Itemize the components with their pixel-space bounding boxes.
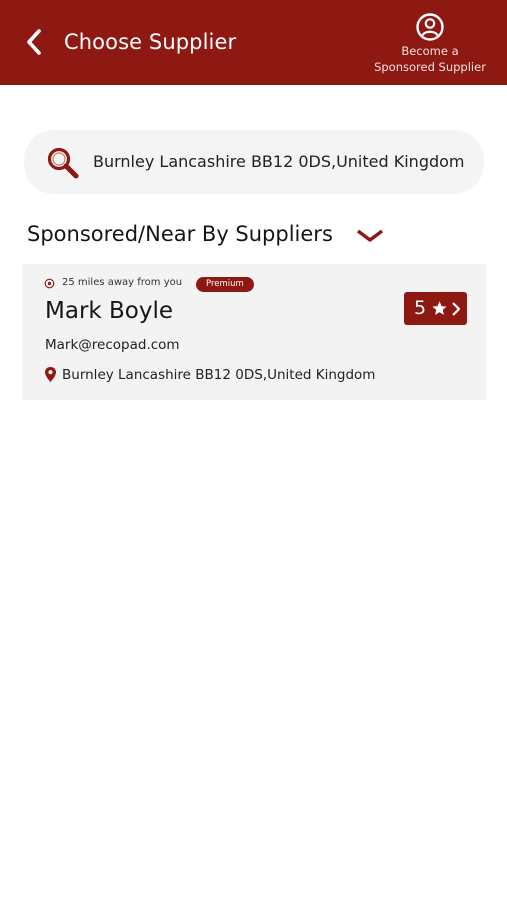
section-title: Sponsored/Near By Suppliers (27, 222, 333, 246)
page-title: Choose Supplier (64, 30, 237, 54)
back-chevron-icon[interactable] (20, 26, 50, 58)
app-header: Choose Supplier Become a Sponsored Suppl… (0, 0, 507, 85)
chevron-down-icon[interactable] (355, 224, 385, 248)
supplier-card[interactable]: 25 miles away from you Premium Mark Boyl… (22, 264, 486, 400)
location-search-box[interactable]: Burnley Lancashire BB12 0DS,United Kingd… (24, 130, 484, 194)
user-circle-icon (416, 13, 444, 41)
premium-badge: Premium (196, 277, 254, 292)
become-sponsored-label: Become a Sponsored Supplier (374, 44, 486, 74)
chevron-right-icon (452, 302, 461, 316)
rating-value: 5 (414, 297, 427, 319)
supplier-distance: 25 miles away from you (62, 277, 183, 288)
supplier-name: Mark Boyle (45, 298, 174, 324)
location-target-icon (44, 278, 55, 289)
search-icon[interactable] (46, 146, 80, 180)
star-icon (432, 301, 447, 315)
supplier-rating-button[interactable]: 5 (404, 292, 467, 325)
search-input[interactable]: Burnley Lancashire BB12 0DS,United Kingd… (93, 151, 465, 173)
supplier-address: Burnley Lancashire BB12 0DS,United Kingd… (62, 367, 376, 383)
supplier-email: Mark@recopad.com (45, 337, 180, 353)
map-pin-icon (45, 367, 56, 382)
become-sponsored-supplier-button[interactable]: Become a Sponsored Supplier (367, 12, 493, 80)
